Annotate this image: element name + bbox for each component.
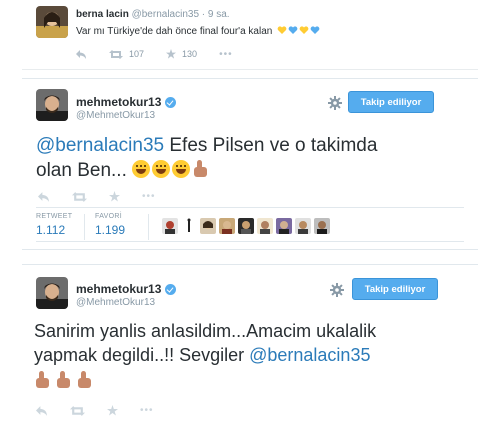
- favoriter-avatar[interactable]: [295, 218, 311, 234]
- following-button[interactable]: Takip ediliyor: [352, 278, 438, 300]
- grin-emoji-icon: [132, 160, 151, 178]
- thumbs-up-emoji-icon: [34, 371, 52, 389]
- author-name[interactable]: mehmetokur13: [76, 282, 161, 296]
- stats-divider-bottom: [36, 241, 464, 242]
- tweet-actions: 107 130 •••: [76, 48, 255, 60]
- favorite-icon[interactable]: [109, 191, 120, 202]
- tweet-card-reply: mehmetokur13 @MehmetOkur13 Takip ediliyo…: [22, 264, 478, 426]
- author-name[interactable]: berna lacin: [76, 9, 129, 20]
- favorite-stat-value: 1.199: [95, 223, 126, 237]
- tweet-actions: •••: [38, 191, 178, 202]
- gear-icon[interactable]: [330, 283, 344, 297]
- avatar-mehmetokur[interactable]: [36, 89, 68, 121]
- verified-badge-icon: [165, 283, 177, 295]
- gear-icon[interactable]: [328, 96, 342, 110]
- tweet-actions: •••: [36, 405, 176, 416]
- tweet-author-name[interactable]: mehmetokur13: [76, 282, 177, 296]
- favorite-stat-label: FAVORİ: [95, 213, 122, 220]
- stats-divider-top: [36, 207, 464, 208]
- tweet-text-line1: Sanirim yanlis anlasildim...Amacim ukala…: [34, 321, 377, 341]
- more-icon[interactable]: •••: [219, 49, 233, 60]
- favorite-icon: [166, 49, 177, 59]
- retweet-stat[interactable]: RETWEET 1.112: [36, 213, 72, 237]
- reply-icon[interactable]: [38, 191, 50, 202]
- reply-icon[interactable]: [76, 49, 87, 59]
- favoriter-avatar[interactable]: [276, 218, 292, 234]
- favoriter-avatar[interactable]: [219, 218, 235, 234]
- more-icon[interactable]: •••: [142, 191, 156, 202]
- avatar-mehmetokur[interactable]: [36, 277, 68, 309]
- stat-separator: [84, 214, 85, 240]
- mention-link[interactable]: @bernalacin35: [36, 135, 164, 156]
- tweet-text-line2: olan Ben...: [36, 160, 127, 181]
- favoriter-avatar[interactable]: [200, 218, 216, 234]
- tweet-text: Sanirim yanlis anlasildim...Amacim ukala…: [34, 319, 376, 393]
- tweet-text: @bernalacin35 Efes Pilsen ve o takimda o…: [36, 133, 377, 183]
- retweet-icon[interactable]: [70, 405, 85, 416]
- favoriter-avatars: [162, 218, 333, 234]
- tweet-card-berna: berna lacin @bernalacin35 · 9 sa. Var mı…: [22, 0, 478, 70]
- favoriter-avatar[interactable]: [162, 218, 178, 234]
- favoriter-avatar[interactable]: [238, 218, 254, 234]
- favoriter-avatar[interactable]: [314, 218, 330, 234]
- favoriter-avatar[interactable]: [181, 218, 197, 234]
- tweet-card-main: mehmetokur13 @MehmetOkur13 Takip ediliyo…: [22, 78, 478, 250]
- verified-badge-icon: [165, 96, 177, 108]
- retweet-stat-value: 1.112: [36, 223, 66, 237]
- tweet-text-line2: yapmak degildi..!! Sevgiler: [34, 345, 250, 365]
- thumbs-up-emoji-icon: [76, 371, 94, 389]
- retweet-count: 107: [129, 49, 145, 59]
- author-handle[interactable]: @MehmetOkur13: [76, 297, 155, 308]
- thumbs-up-emoji-icon: [192, 160, 210, 178]
- stat-separator: [148, 214, 149, 240]
- tweet-author-name[interactable]: mehmetokur13: [76, 95, 177, 109]
- retweet-icon: [109, 49, 123, 59]
- tweet-author[interactable]: berna lacin @bernalacin35 · 9 sa.: [76, 9, 230, 20]
- tweet-time[interactable]: · 9 sa.: [202, 9, 230, 20]
- retweet-stat-label: RETWEET: [36, 213, 73, 220]
- grin-emoji-icon: [152, 160, 171, 178]
- following-button[interactable]: Takip ediliyor: [348, 91, 434, 113]
- author-handle[interactable]: @bernalacin35: [132, 9, 199, 20]
- heart-emojis: [277, 26, 321, 35]
- avatar-berna[interactable]: [36, 6, 68, 38]
- tweet-text-line1: Efes Pilsen ve o takimda: [164, 135, 378, 156]
- more-icon[interactable]: •••: [140, 405, 154, 416]
- favorite-button[interactable]: 130: [166, 49, 197, 59]
- tweet-text: Var mı Türkiye'de dah önce final four'a …: [76, 26, 321, 37]
- favorite-stat[interactable]: FAVORİ 1.199: [95, 213, 125, 237]
- favorite-count: 130: [182, 49, 198, 59]
- retweet-icon[interactable]: [72, 191, 87, 202]
- mention-link[interactable]: @bernalacin35: [249, 345, 370, 365]
- author-name[interactable]: mehmetokur13: [76, 95, 161, 109]
- reply-icon[interactable]: [36, 405, 48, 416]
- author-handle[interactable]: @MehmetOkur13: [76, 110, 155, 121]
- thumbs-up-emoji-icon: [55, 371, 73, 389]
- retweet-button[interactable]: 107: [109, 49, 144, 59]
- tweet-text-content: Var mı Türkiye'de dah önce final four'a …: [76, 26, 273, 37]
- favorite-icon[interactable]: [107, 405, 118, 416]
- favoriter-avatar[interactable]: [257, 218, 273, 234]
- grin-emoji-icon: [172, 160, 191, 178]
